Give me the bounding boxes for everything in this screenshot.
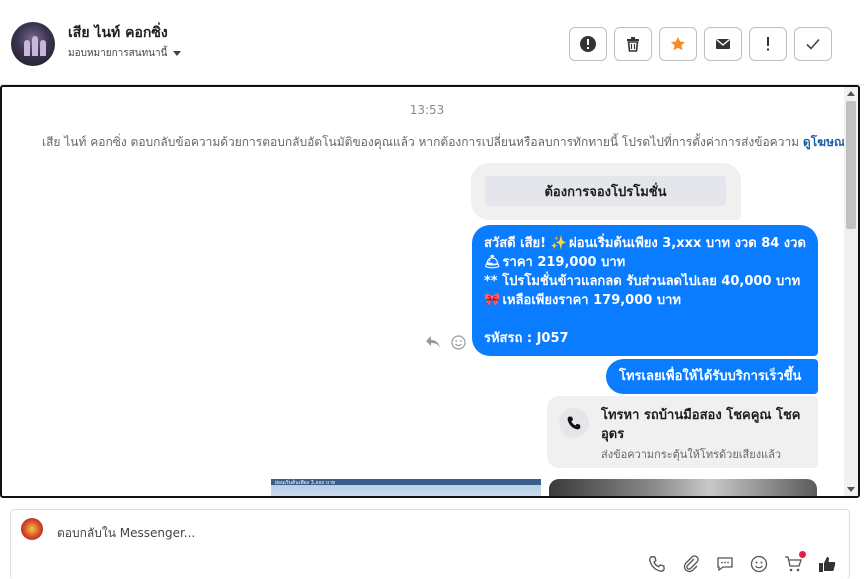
mark-unread-button[interactable] <box>704 27 742 61</box>
report-button[interactable] <box>569 27 607 61</box>
envelope-icon <box>716 38 730 49</box>
exclamation-icon <box>767 37 769 51</box>
scroll-thumb[interactable] <box>846 101 856 229</box>
quick-reply-card: ต้องการจองโปรโมชั่น <box>471 163 741 220</box>
alert-circle-icon <box>580 36 596 52</box>
composer-tools <box>647 551 837 574</box>
contact-name[interactable]: เสีย ไนท์ คอกซิ่ง <box>68 22 168 44</box>
image-caption: ผ่อนเริ่มต้นเพียง 3,xxx บาท <box>275 480 336 486</box>
sparkles-icon: ✨ <box>550 236 567 251</box>
message-thread[interactable]: 13:53 เสีย ไนท์ คอกซิ่ง ตอบกลับข้อความด้… <box>0 85 860 498</box>
timestamp: 13:53 <box>409 103 445 117</box>
delete-button[interactable] <box>614 27 652 61</box>
paperclip-icon[interactable] <box>681 554 701 574</box>
message-line: สวัสดี เสีย! ✨ ผ่อนเริ่มต้นเพียง 3,xxx บ… <box>484 236 806 251</box>
outgoing-message[interactable]: สวัสดี เสีย! ✨ ผ่อนเริ่มต้นเพียง 3,xxx บ… <box>472 225 818 356</box>
phone-call-icon[interactable] <box>647 554 667 574</box>
call-title: โทรหา รถบ้านมือสอง โชคคูณ โชคอุดร <box>601 408 801 442</box>
checkmark-icon <box>806 38 820 50</box>
spam-button[interactable] <box>749 27 787 61</box>
scroll-down-icon[interactable] <box>847 487 855 492</box>
phone-icon <box>559 408 589 438</box>
scroll-up-icon[interactable] <box>847 91 855 96</box>
message-line: 🎀 เหลือเพียงราคา 179,000 บาท <box>484 293 681 308</box>
notice-text: เสีย ไนท์ คอกซิ่ง ตอบกลับข้อความด้วยการต… <box>42 135 800 149</box>
emoji-icon[interactable] <box>749 554 769 574</box>
ribbon-icon: 🎀 <box>484 293 501 308</box>
chevron-down-icon <box>173 51 182 56</box>
message-line: ** โปรโมชั่นข้าวแลกลด รับส่วนลดไปเลย 40,… <box>484 274 801 289</box>
conversation-header: เสีย ไนท์ คอกซิ่ง มอบหมายการสนทนานี้ <box>0 0 864 85</box>
call-prompt-card[interactable]: โทรหา รถบ้านมือสอง โชคคูณ โชคอุดร ส่งข้อ… <box>547 396 818 468</box>
quick-reply-button[interactable]: ต้องการจองโปรโมชั่น <box>485 176 726 206</box>
attachment-image[interactable]: ผ่อนเริ่มต้นเพียง 3,xxx บาท <box>271 479 541 496</box>
header-actions <box>569 27 832 61</box>
trash-icon <box>627 37 639 52</box>
emoji-reaction-icon[interactable] <box>451 335 466 350</box>
reply-icon[interactable] <box>425 335 441 349</box>
notification-badge <box>799 551 806 558</box>
call-subtitle: ส่งข้อความกระตุ้นให้โทรด้วยเสียงแล้ว <box>601 448 782 461</box>
attachment-image-car-interior[interactable] <box>549 479 817 496</box>
saved-replies-icon[interactable] <box>715 554 735 574</box>
page-logo <box>21 518 43 540</box>
assign-label: มอบหมายการสนทนานี้ <box>68 48 168 59</box>
assign-dropdown[interactable]: มอบหมายการสนทนานี้ <box>68 46 182 61</box>
star-button[interactable] <box>659 27 697 61</box>
reply-input[interactable]: ตอบกลับใน Messenger... <box>57 524 195 543</box>
message-line: รหัสรถ : J057 <box>484 331 569 346</box>
scrollbar[interactable] <box>844 87 858 496</box>
done-button[interactable] <box>794 27 832 61</box>
auto-reply-notice: เสีย ไนท์ คอกซิ่ง ตอบกลับข้อความด้วยการต… <box>42 133 852 152</box>
outgoing-message-call[interactable]: โทรเลยเพื่อให้ได้รับบริการเร็วขึ้น <box>606 359 818 394</box>
shopping-cart-icon[interactable] <box>783 551 806 574</box>
message-line: 🛎 ราคา 219,000 บาท <box>484 255 626 270</box>
message-actions <box>425 335 466 350</box>
thumbs-up-icon[interactable] <box>817 554 837 574</box>
avatar[interactable] <box>11 22 55 66</box>
reply-composer[interactable]: ตอบกลับใน Messenger... <box>10 509 850 579</box>
bell-icon: 🛎 <box>484 255 501 270</box>
star-icon <box>671 37 685 51</box>
